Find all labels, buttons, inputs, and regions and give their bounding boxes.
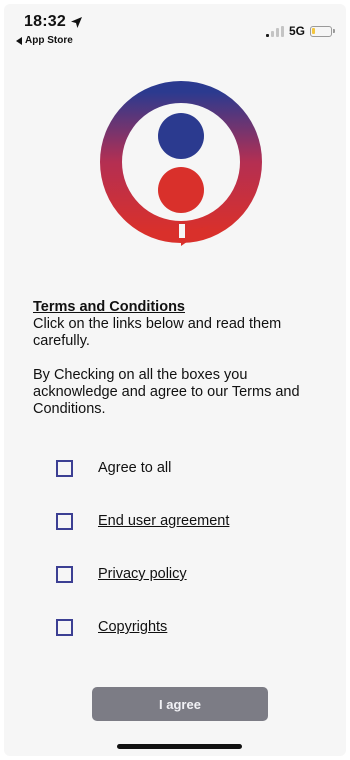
end-user-agreement-checkbox[interactable] xyxy=(56,512,73,530)
battery-level xyxy=(312,27,315,34)
option-end-user-agreement: End user agreement xyxy=(56,511,326,531)
signal-bar xyxy=(270,30,274,37)
copyrights-link[interactable]: Copyrights xyxy=(98,619,167,635)
option-agree-to-all: Agree to all xyxy=(56,458,326,478)
cellular-signal-icon xyxy=(265,25,284,37)
agree-to-all-checkbox[interactable] xyxy=(56,459,73,477)
app-logo xyxy=(97,78,265,250)
time-group: 18:32 xyxy=(24,13,83,31)
terms-instruction: Click on the links below and read them c… xyxy=(33,316,282,349)
phone-screen: 18:32 App Store 5G Terms and Conditions … xyxy=(4,4,346,756)
status-time: 18:32 xyxy=(24,13,66,30)
option-copyrights: Copyrights xyxy=(56,617,326,637)
battery-tip xyxy=(333,28,335,33)
privacy-policy-checkbox[interactable] xyxy=(56,565,73,583)
terms-text-block: Terms and Conditions Click on the links … xyxy=(33,299,333,418)
battery-low-icon xyxy=(310,25,335,37)
end-user-agreement-link[interactable]: End user agreement xyxy=(98,513,229,529)
privacy-policy-link[interactable]: Privacy policy xyxy=(98,566,187,582)
agree-to-all-label[interactable]: Agree to all xyxy=(98,460,171,476)
back-app-label: App Store xyxy=(25,35,73,46)
signal-bar xyxy=(265,33,269,37)
back-triangle-icon xyxy=(16,36,22,45)
signal-bar xyxy=(280,25,284,37)
agreement-options: Agree to all End user agreement Privacy … xyxy=(56,458,326,670)
network-type: 5G xyxy=(288,24,305,38)
terms-title: Terms and Conditions xyxy=(33,299,185,315)
i-agree-button[interactable]: I agree xyxy=(92,687,268,721)
signal-bar xyxy=(275,28,279,37)
location-arrow-icon xyxy=(70,16,83,29)
terms-acknowledge: By Checking on all the boxes you acknowl… xyxy=(33,367,300,417)
status-bar: 18:32 App Store 5G xyxy=(4,4,346,54)
back-to-app-store[interactable]: App Store xyxy=(16,35,73,46)
option-privacy-policy: Privacy policy xyxy=(56,564,326,584)
status-indicators: 5G xyxy=(265,24,335,38)
home-indicator[interactable] xyxy=(117,744,242,749)
copyrights-checkbox[interactable] xyxy=(56,618,73,636)
